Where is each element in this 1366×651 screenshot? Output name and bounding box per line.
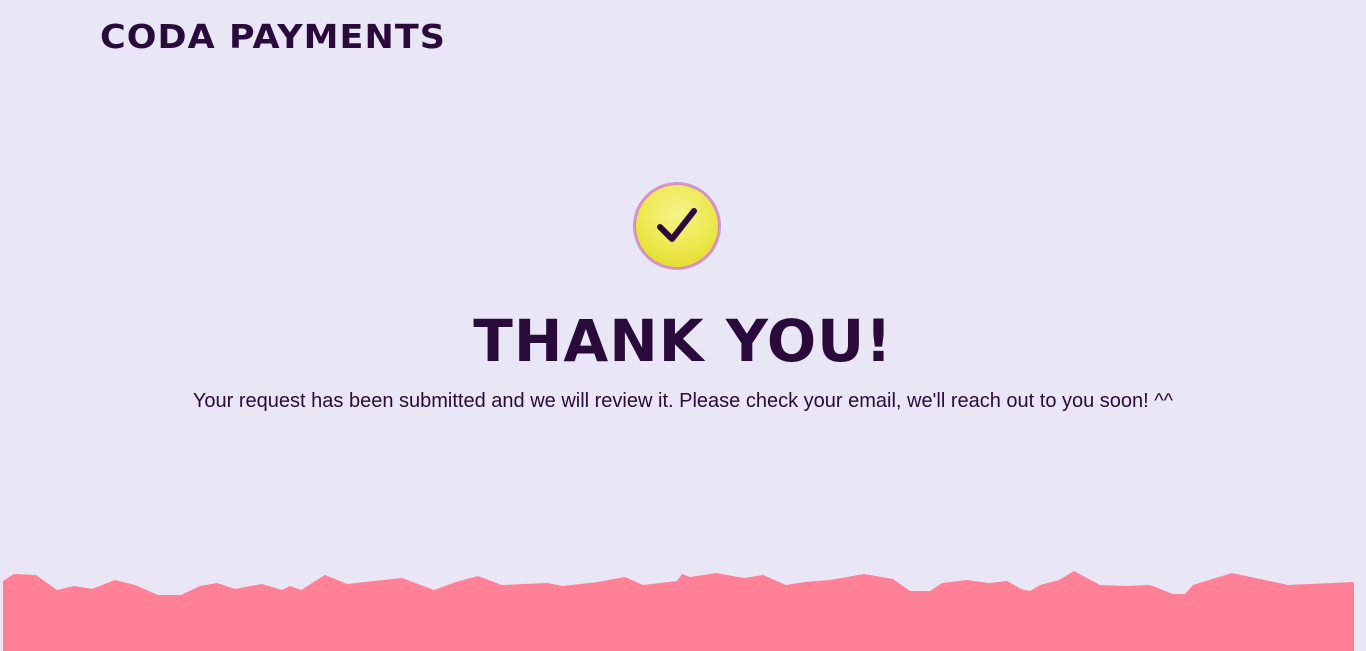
thank-you-title: THANK YOU! (473, 307, 893, 375)
footer-decoration (3, 571, 1354, 651)
success-badge (634, 183, 720, 269)
site-header: CODA PAYMENTS (100, 14, 445, 58)
confirmation-message: Your request has been submitted and we w… (192, 390, 1174, 412)
coda-payments-logo[interactable]: CODA PAYMENTS (100, 20, 446, 53)
checkmark-icon (657, 208, 697, 242)
